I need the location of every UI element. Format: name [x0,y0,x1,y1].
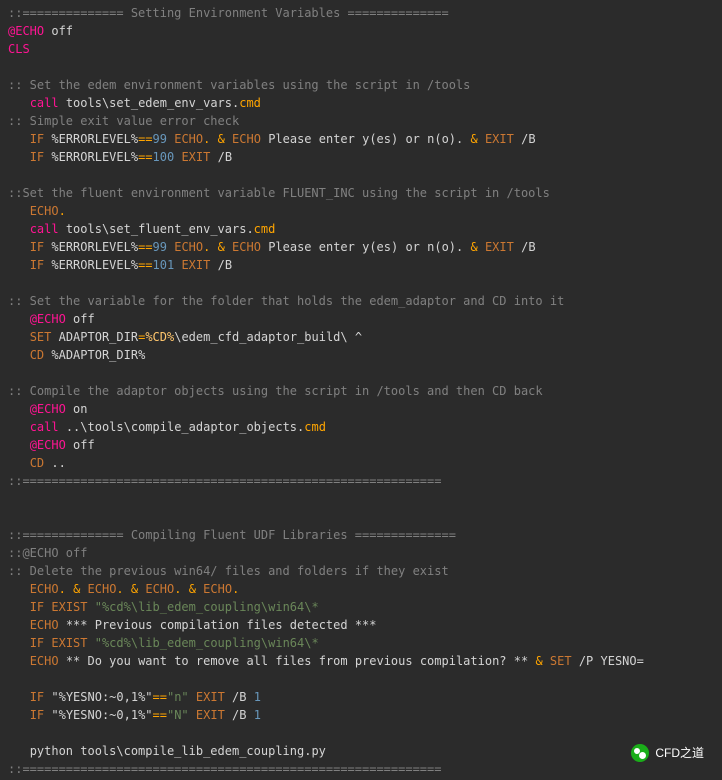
watermark-text: CFD之道 [655,744,704,762]
code-block: ::============== Setting Environment Var… [8,4,714,778]
wechat-icon [631,744,649,762]
watermark: CFD之道 [631,744,704,762]
